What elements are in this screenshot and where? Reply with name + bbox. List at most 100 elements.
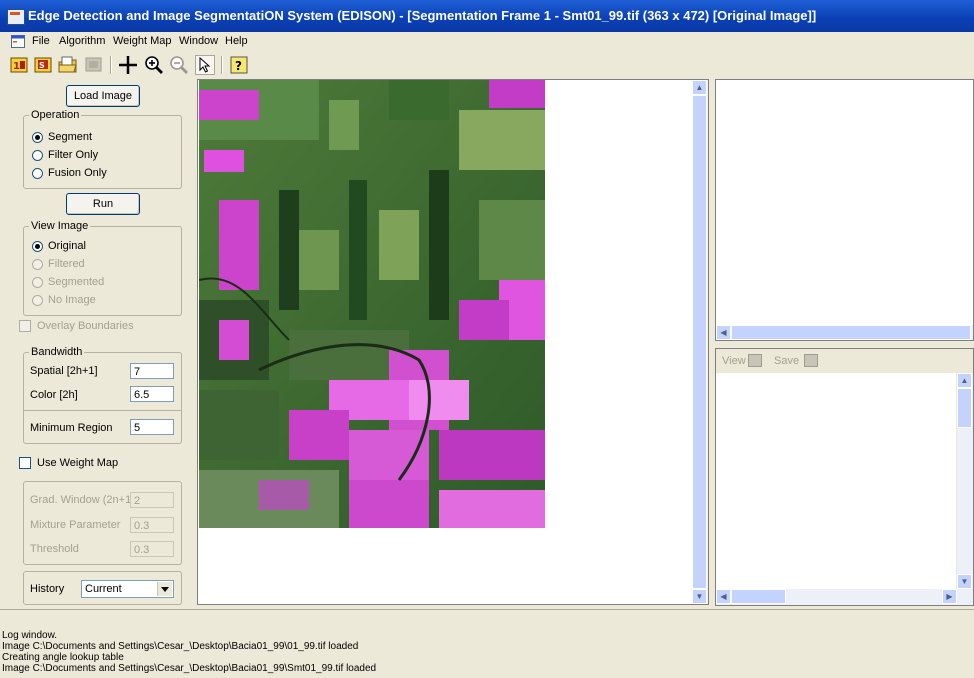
run-button[interactable]: Run <box>66 193 140 215</box>
radio-label: Filtered <box>48 258 85 270</box>
use-weight-map-checkbox[interactable]: Use Weight Map <box>19 457 118 469</box>
menu-algorithm[interactable]: Algorithm <box>59 35 105 47</box>
menu-file[interactable]: File <box>32 35 50 47</box>
scroll-up-icon[interactable]: ▲ <box>692 80 707 95</box>
scroll-thumb[interactable] <box>957 388 972 428</box>
mixture-label: Mixture Parameter <box>30 519 121 531</box>
scroll-left-icon[interactable]: ◀ <box>716 589 731 604</box>
open-image-icon[interactable]: 1 <box>9 55 29 75</box>
radio-fusion-only[interactable]: Fusion Only <box>32 167 107 179</box>
spatial-label: Spatial [2h+1] <box>30 365 98 377</box>
scroll-thumb[interactable] <box>692 95 707 589</box>
view-image-legend: View Image <box>29 220 91 232</box>
window-title: Edge Detection and Image SegmentatiON Sy… <box>28 8 817 23</box>
crosshair-icon[interactable] <box>118 55 138 75</box>
checkbox-label: Use Weight Map <box>37 457 119 469</box>
radio-label: Segment <box>48 131 93 143</box>
top-right-horizontal-scrollbar[interactable]: ◀ <box>716 325 973 340</box>
svg-text:S: S <box>39 61 45 70</box>
spatial-bandwidth-input[interactable]: 7 <box>130 363 174 379</box>
weight-map-canvas[interactable] <box>716 373 956 589</box>
svg-text:1: 1 <box>13 61 20 72</box>
scroll-down-icon[interactable]: ▼ <box>692 589 707 604</box>
weight-map-horizontal-scrollbar[interactable]: ◀ ▶ <box>716 589 973 605</box>
operation-legend: Operation <box>29 109 82 121</box>
disabled-image-icon <box>84 55 104 75</box>
log-window[interactable]: Log window. Image C:\Documents and Setti… <box>0 609 974 678</box>
view-label: View <box>722 355 746 367</box>
radio-button-icon[interactable] <box>32 131 43 143</box>
log-line: Image C:\Documents and Settings\Cesar_\D… <box>2 641 359 652</box>
scroll-right-icon[interactable]: ▶ <box>942 589 957 604</box>
save-dropdown-icon <box>804 354 818 367</box>
color-bandwidth-input[interactable]: 6.5 <box>130 386 174 402</box>
svg-text:?: ? <box>235 59 242 73</box>
scroll-left-icon[interactable]: ◀ <box>716 325 731 340</box>
menu-bar: File Algorithm Weight Map Window Help <box>0 33 974 51</box>
menu-window[interactable]: Window <box>179 35 218 47</box>
min-region-label: Minimum Region <box>30 422 113 434</box>
radio-filter-only[interactable]: Filter Only <box>32 149 98 161</box>
threshold-input: 0.3 <box>130 541 174 557</box>
chevron-down-icon[interactable] <box>157 582 172 596</box>
mixture-input: 0.3 <box>130 517 174 533</box>
overlay-boundaries-checkbox: Overlay Boundaries <box>19 320 134 332</box>
radio-button-icon <box>32 258 43 270</box>
radio-button-icon[interactable] <box>32 167 43 179</box>
image-vertical-scrollbar[interactable]: ▲ ▼ <box>692 80 708 604</box>
radio-segmented: Segmented <box>32 276 104 288</box>
scroll-thumb[interactable] <box>731 325 971 340</box>
zoom-in-icon[interactable] <box>144 55 164 75</box>
pointer-icon[interactable] <box>195 55 215 75</box>
toolbar-separator <box>110 56 112 74</box>
log-line: Image C:\Documents and Settings\Cesar_\D… <box>2 663 377 674</box>
satellite-segmentation-image <box>199 80 545 528</box>
save-image-icon[interactable]: S <box>33 55 53 75</box>
mdi-child-icon[interactable] <box>11 35 25 48</box>
grad-window-label: Grad. Window (2n+1) <box>30 494 135 506</box>
help-icon[interactable]: ? <box>229 55 249 75</box>
scroll-down-icon[interactable]: ▼ <box>957 574 972 589</box>
log-line: Log window. <box>2 630 58 641</box>
app-icon <box>7 9 25 25</box>
weight-map-params-group: Grad. Window (2n+1) 2 Mixture Parameter … <box>23 481 182 565</box>
load-image-button[interactable]: Load Image <box>66 85 140 107</box>
segmented-view-pane[interactable]: ◀ <box>715 79 974 341</box>
radio-button-icon <box>32 294 43 306</box>
checkbox-label: Overlay Boundaries <box>37 320 134 332</box>
radio-original[interactable]: Original <box>32 240 86 252</box>
checkbox-icon <box>19 320 31 332</box>
folder-icon[interactable] <box>58 55 78 75</box>
radio-button-icon <box>32 276 43 288</box>
checkbox-icon[interactable] <box>19 457 31 469</box>
radio-button-icon[interactable] <box>32 149 43 161</box>
view-image-group: View Image Original Filtered Segmented N… <box>23 220 182 316</box>
view-dropdown-icon <box>748 354 762 367</box>
scroll-thumb[interactable] <box>731 589 786 604</box>
radio-button-icon[interactable] <box>32 240 43 252</box>
threshold-label: Threshold <box>30 543 79 555</box>
image-view-pane[interactable]: ▲ ▼ <box>197 79 709 605</box>
menu-weight-map[interactable]: Weight Map <box>113 35 172 47</box>
menu-help[interactable]: Help <box>225 35 248 47</box>
weight-map-vertical-scrollbar[interactable]: ▲ ▼ <box>957 373 973 589</box>
min-region-input[interactable]: 5 <box>130 419 174 435</box>
toolbar-separator <box>221 56 223 74</box>
log-line: Creating angle lookup table <box>2 652 124 663</box>
divider <box>24 410 181 411</box>
control-panel: Load Image Operation Segment Filter Only… <box>0 80 196 606</box>
scroll-up-icon[interactable]: ▲ <box>957 373 972 388</box>
radio-label: Filter Only <box>48 149 99 161</box>
grad-window-input: 2 <box>130 492 174 508</box>
toolbar: 1 S ? <box>0 52 974 78</box>
radio-label: Fusion Only <box>48 167 107 179</box>
save-label: Save <box>774 355 800 367</box>
title-bar: Edge Detection and Image SegmentatiON Sy… <box>0 0 974 32</box>
radio-label: Original <box>48 240 86 252</box>
radio-segment[interactable]: Segment <box>32 131 92 143</box>
color-label: Color [2h] <box>30 389 78 401</box>
bandwidth-group: Bandwidth Spatial [2h+1] 7 Color [2h] 6.… <box>23 346 182 444</box>
weight-map-pane: View Save ▲ ▼ ◀ ▶ <box>715 348 974 606</box>
history-select[interactable]: Current <box>81 580 174 598</box>
radio-no-image: No Image <box>32 294 96 306</box>
